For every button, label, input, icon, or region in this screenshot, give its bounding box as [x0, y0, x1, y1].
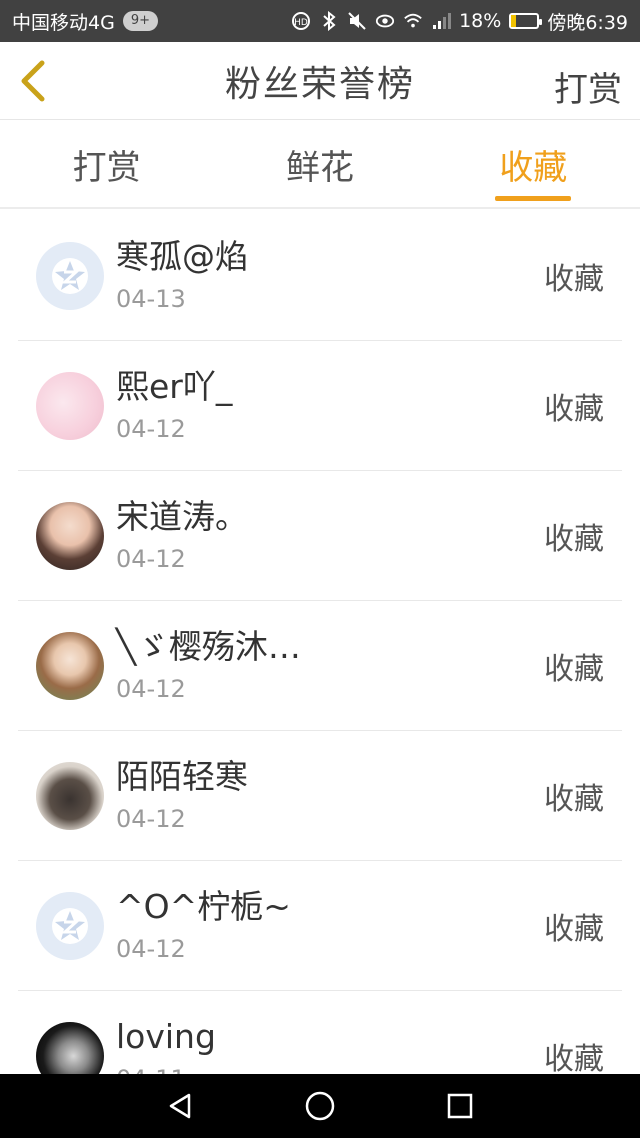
- user-date: 04-12: [116, 544, 186, 573]
- eye-icon: [375, 11, 395, 31]
- default-avatar-icon: [36, 241, 104, 310]
- hd-icon: HD: [291, 11, 311, 31]
- carrier-label: 中国移动4G: [12, 11, 115, 34]
- pink-avatar: [36, 371, 104, 440]
- system-nav-bar: [0, 1074, 640, 1138]
- status-bar: 中国移动4G 9+ HD 18% 傍晚6:39: [0, 0, 640, 42]
- list-item[interactable]: 宋道涛。 04-12 收藏: [18, 471, 622, 601]
- favorite-label: 收藏: [544, 1041, 604, 1075]
- nav-home-button[interactable]: [300, 1086, 340, 1126]
- favorite-label: 收藏: [544, 911, 604, 947]
- dark-avatar: [36, 1021, 104, 1074]
- page-title: 粉丝荣誉榜: [224, 63, 415, 105]
- user-name: 熙er吖_: [116, 366, 233, 406]
- favorite-label: 收藏: [544, 781, 604, 817]
- user-date: 04-12: [116, 674, 186, 703]
- favorite-label: 收藏: [544, 651, 604, 687]
- girl-avatar: [36, 501, 104, 570]
- tab-bar: 打赏 鲜花 收藏: [0, 121, 640, 209]
- tab-reward[interactable]: 打赏: [0, 121, 213, 207]
- wifi-icon: [403, 11, 423, 31]
- user-name: loving: [116, 1016, 216, 1056]
- user-name: 宋道涛。: [116, 496, 248, 536]
- user-date: 04-12: [116, 934, 186, 963]
- mute-icon: [347, 11, 367, 31]
- list-item[interactable]: 熙er吖_ 04-12 收藏: [18, 341, 622, 471]
- user-date: 04-12: [116, 804, 186, 833]
- tab-flowers[interactable]: 鲜花: [213, 121, 426, 207]
- triangle-back-icon: [169, 1093, 191, 1119]
- list-item[interactable]: ╲ゞ樱殇沐… 04-12 收藏: [18, 601, 622, 731]
- user-date: 04-13: [116, 284, 186, 313]
- nav-recents-button[interactable]: [440, 1086, 480, 1126]
- list-item[interactable]: loving 04-11 收藏: [18, 991, 622, 1074]
- tab-favorites[interactable]: 收藏: [427, 121, 640, 207]
- battery-percent: 18%: [459, 10, 502, 32]
- list-item[interactable]: ^O^柠栀~ 04-12 收藏: [18, 861, 622, 991]
- list-item[interactable]: 寒孤@焰 04-13 收藏: [18, 211, 622, 341]
- favorite-label: 收藏: [544, 521, 604, 557]
- reward-button[interactable]: 打赏: [554, 62, 622, 111]
- default-avatar-icon: [36, 891, 104, 960]
- square-recents-icon: [447, 1093, 473, 1119]
- user-name: ^O^柠栀~: [116, 886, 291, 926]
- back-button[interactable]: [14, 58, 54, 104]
- list-item[interactable]: 陌陌轻寒 04-12 收藏: [18, 731, 622, 861]
- favorite-label: 收藏: [544, 261, 604, 297]
- svg-text:HD: HD: [294, 18, 308, 28]
- user-date: 04-12: [116, 414, 186, 443]
- user-name: 寒孤@焰: [116, 236, 248, 276]
- nav-back-button[interactable]: [160, 1086, 200, 1126]
- user-name: ╲ゞ樱殇沐…: [116, 626, 301, 666]
- battery-icon: [509, 13, 543, 29]
- clock: 傍晚6:39: [547, 11, 628, 34]
- fan-list: 寒孤@焰 04-13 收藏 熙er吖_ 04-12 收藏 宋道涛。 04-12 …: [18, 211, 622, 1074]
- girl-avatar: [36, 631, 104, 700]
- favorite-label: 收藏: [544, 391, 604, 427]
- user-name: 陌陌轻寒: [116, 756, 248, 796]
- user-date: 04-11: [116, 1061, 216, 1075]
- cat-avatar: [36, 761, 104, 830]
- bluetooth-icon: [319, 11, 339, 31]
- app-header: 粉丝荣誉榜 打赏: [0, 42, 640, 120]
- notification-badge: 9+: [122, 11, 158, 31]
- chevron-left-icon: [21, 60, 45, 102]
- signal-icon: [431, 11, 452, 31]
- circle-home-icon: [305, 1091, 335, 1121]
